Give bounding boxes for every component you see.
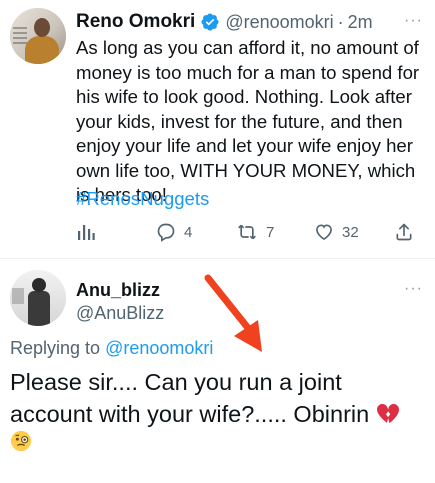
- anu-blizz-avatar[interactable]: [10, 270, 66, 326]
- retweet-count: 7: [266, 223, 275, 241]
- heart-icon: [316, 224, 332, 241]
- timestamp[interactable]: 2m: [348, 12, 373, 33]
- reply-button[interactable]: 4: [156, 218, 192, 246]
- replying-to-mention[interactable]: @renoomokri: [105, 338, 213, 358]
- reply-text-body: Please sir.... Can you run a joint accou…: [10, 369, 370, 427]
- like-count: 32: [342, 223, 359, 241]
- verified-badge-icon: [201, 13, 219, 31]
- replying-to-label: Replying to: [10, 338, 101, 358]
- reply-display-name[interactable]: Anu_blizz: [76, 280, 160, 301]
- broken-heart-emoji-icon: [376, 404, 399, 424]
- reply-bubble-icon: [157, 223, 175, 242]
- analytics-button[interactable]: [76, 218, 96, 246]
- user-handle[interactable]: @renoomokri: [225, 12, 333, 33]
- separator-dot: ·: [337, 11, 344, 32]
- reply-tweet-text: Please sir.... Can you run a joint accou…: [10, 366, 430, 430]
- retweet-button[interactable]: 7: [236, 218, 274, 246]
- retweet-icon: [238, 224, 256, 240]
- more-options-icon[interactable]: ···: [404, 12, 423, 30]
- like-button[interactable]: 32: [314, 218, 359, 246]
- replying-to-line: Replying to @renoomokri: [10, 338, 213, 359]
- reply-count: 4: [184, 223, 193, 241]
- face-with-monocle-emoji-icon: [10, 430, 32, 452]
- reply-more-options-icon[interactable]: ···: [404, 280, 423, 298]
- tweet-actions: 4 7 32: [76, 218, 421, 246]
- tweet-divider: [0, 258, 435, 259]
- share-icon: [396, 223, 412, 241]
- hashtag-link[interactable]: #RenosNuggets: [76, 188, 209, 210]
- tweet-text: As long as you can afford it, no amount …: [76, 37, 420, 205]
- bar-chart-icon: [78, 225, 95, 240]
- share-button[interactable]: [394, 218, 414, 246]
- display-name[interactable]: Reno Omokri: [76, 11, 195, 33]
- reno-omokri-avatar[interactable]: [10, 8, 66, 64]
- reply-user-handle[interactable]: @AnuBlizz: [76, 303, 164, 324]
- tweet-header: Reno Omokri @renoomokri · 2m: [76, 10, 373, 34]
